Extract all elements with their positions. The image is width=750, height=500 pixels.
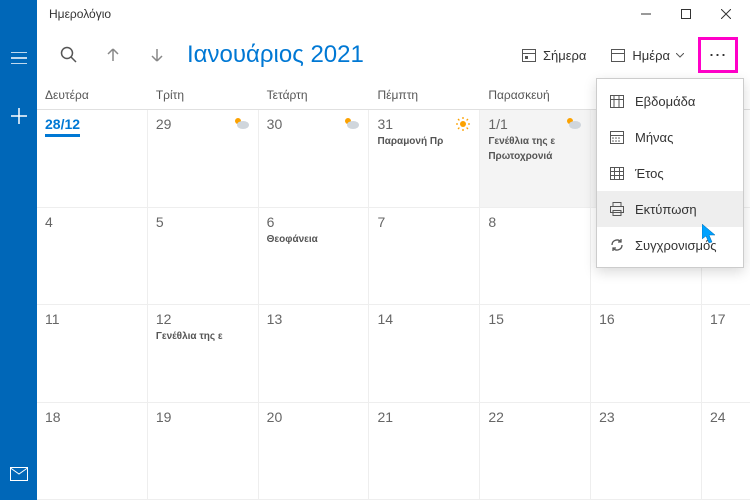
day-cell[interactable]: 29 <box>148 110 259 207</box>
prev-button[interactable] <box>93 35 133 75</box>
calendar-today-icon <box>521 47 537 63</box>
day-cell[interactable]: 16 <box>591 305 702 402</box>
menu-item-sync[interactable]: Συγχρονισμός <box>597 227 743 263</box>
day-number: 20 <box>267 409 283 425</box>
day-number: 31 <box>377 116 393 132</box>
day-number: 29 <box>156 116 172 132</box>
day-cell[interactable]: 30 <box>259 110 370 207</box>
day-number: 24 <box>710 409 726 425</box>
day-cell[interactable]: 23 <box>591 403 702 500</box>
dow-header: Πέμπτη <box>369 82 480 109</box>
view-menu: Εβδομάδα Μήνας Έτος Εκτύπωση Συγχρονισμός <box>596 78 744 268</box>
day-cell[interactable]: 31 Παραμονή Πρ <box>369 110 480 207</box>
weather-icon <box>455 116 471 132</box>
day-number: 8 <box>488 214 496 230</box>
menu-item-label: Εκτύπωση <box>635 202 697 217</box>
day-number: 6 <box>267 214 275 230</box>
day-number: 19 <box>156 409 172 425</box>
weather-icon <box>564 116 582 130</box>
event-label[interactable]: Πρωτοχρονιά <box>488 151 582 162</box>
menu-item-year[interactable]: Έτος <box>597 155 743 191</box>
day-cell[interactable]: 22 <box>480 403 591 500</box>
day-number: 4 <box>45 214 53 230</box>
day-cell[interactable]: 7 <box>369 208 480 305</box>
event-label[interactable]: Γενέθλια της ε <box>488 136 582 147</box>
day-cell[interactable]: 13 <box>259 305 370 402</box>
month-title[interactable]: Ιανουάριος 2021 <box>187 41 507 69</box>
search-button[interactable] <box>49 35 89 75</box>
day-cell[interactable]: 28/12 <box>37 110 148 207</box>
day-number: 28/12 <box>45 116 80 137</box>
day-cell[interactable]: 14 <box>369 305 480 402</box>
day-number: 15 <box>488 311 504 327</box>
day-number: 16 <box>599 311 615 327</box>
day-cell[interactable]: 20 <box>259 403 370 500</box>
day-number: 30 <box>267 116 283 132</box>
week-icon <box>609 93 625 109</box>
today-label: Σήμερα <box>543 48 586 63</box>
menu-button[interactable] <box>1 40 37 76</box>
today-button[interactable]: Σήμερα <box>511 41 596 69</box>
chevron-down-icon <box>676 53 684 58</box>
menu-item-print[interactable]: Εκτύπωση <box>597 191 743 227</box>
day-number: 23 <box>599 409 615 425</box>
day-cell[interactable]: 24 <box>702 403 750 500</box>
event-label[interactable]: Θεοφάνεια <box>267 234 361 245</box>
day-number: 7 <box>377 214 385 230</box>
day-number: 22 <box>488 409 504 425</box>
day-cell[interactable]: 17 <box>702 305 750 402</box>
day-number: 21 <box>377 409 393 425</box>
day-cell[interactable]: 11 <box>37 305 148 402</box>
day-cell[interactable]: 1/1 Γενέθλια της ε Πρωτοχρονιά <box>480 110 591 207</box>
dow-header: Παρασκευή <box>480 82 591 109</box>
menu-item-month[interactable]: Μήνας <box>597 119 743 155</box>
day-cell[interactable]: 12 Γενέθλια της ε <box>148 305 259 402</box>
print-icon <box>609 201 625 217</box>
year-icon <box>609 165 625 181</box>
weather-icon <box>342 116 360 130</box>
event-label[interactable]: Γενέθλια της ε <box>156 331 250 342</box>
cursor-icon <box>702 224 718 244</box>
day-cell[interactable]: 8 <box>480 208 591 305</box>
day-number: 18 <box>45 409 61 425</box>
menu-item-label: Εβδομάδα <box>635 94 695 109</box>
sync-icon <box>609 237 625 253</box>
menu-item-label: Έτος <box>635 166 664 181</box>
event-label[interactable]: Παραμονή Πρ <box>377 136 471 147</box>
day-number: 11 <box>45 311 60 327</box>
dow-header: Δευτέρα <box>37 82 148 109</box>
mail-button[interactable] <box>1 456 37 492</box>
day-cell[interactable]: 19 <box>148 403 259 500</box>
dow-header: Τετάρτη <box>259 82 370 109</box>
next-button[interactable] <box>137 35 177 75</box>
day-cell[interactable]: 4 <box>37 208 148 305</box>
day-number: 17 <box>710 311 726 327</box>
day-number: 5 <box>156 214 164 230</box>
day-number: 14 <box>377 311 393 327</box>
weather-icon <box>232 116 250 130</box>
calendar-day-icon <box>610 47 626 63</box>
menu-item-week[interactable]: Εβδομάδα <box>597 83 743 119</box>
dow-header: Τρίτη <box>148 82 259 109</box>
close-button[interactable] <box>706 0 746 28</box>
day-cell[interactable]: 21 <box>369 403 480 500</box>
add-event-button[interactable] <box>1 98 37 134</box>
day-cell[interactable]: 18 <box>37 403 148 500</box>
day-number: 13 <box>267 311 283 327</box>
day-number: 1/1 <box>488 116 507 132</box>
menu-item-label: Μήνας <box>635 130 673 145</box>
more-button[interactable]: ⋯ <box>698 37 738 73</box>
day-cell[interactable]: 5 <box>148 208 259 305</box>
day-cell[interactable]: 6 Θεοφάνεια <box>259 208 370 305</box>
minimize-button[interactable] <box>626 0 666 28</box>
maximize-button[interactable] <box>666 0 706 28</box>
app-title: Ημερολόγιο <box>49 7 111 21</box>
day-cell[interactable]: 15 <box>480 305 591 402</box>
view-day-button[interactable]: Ημέρα <box>600 41 694 69</box>
view-label: Ημέρα <box>632 48 670 63</box>
month-icon <box>609 129 625 145</box>
day-number: 12 <box>156 311 172 327</box>
